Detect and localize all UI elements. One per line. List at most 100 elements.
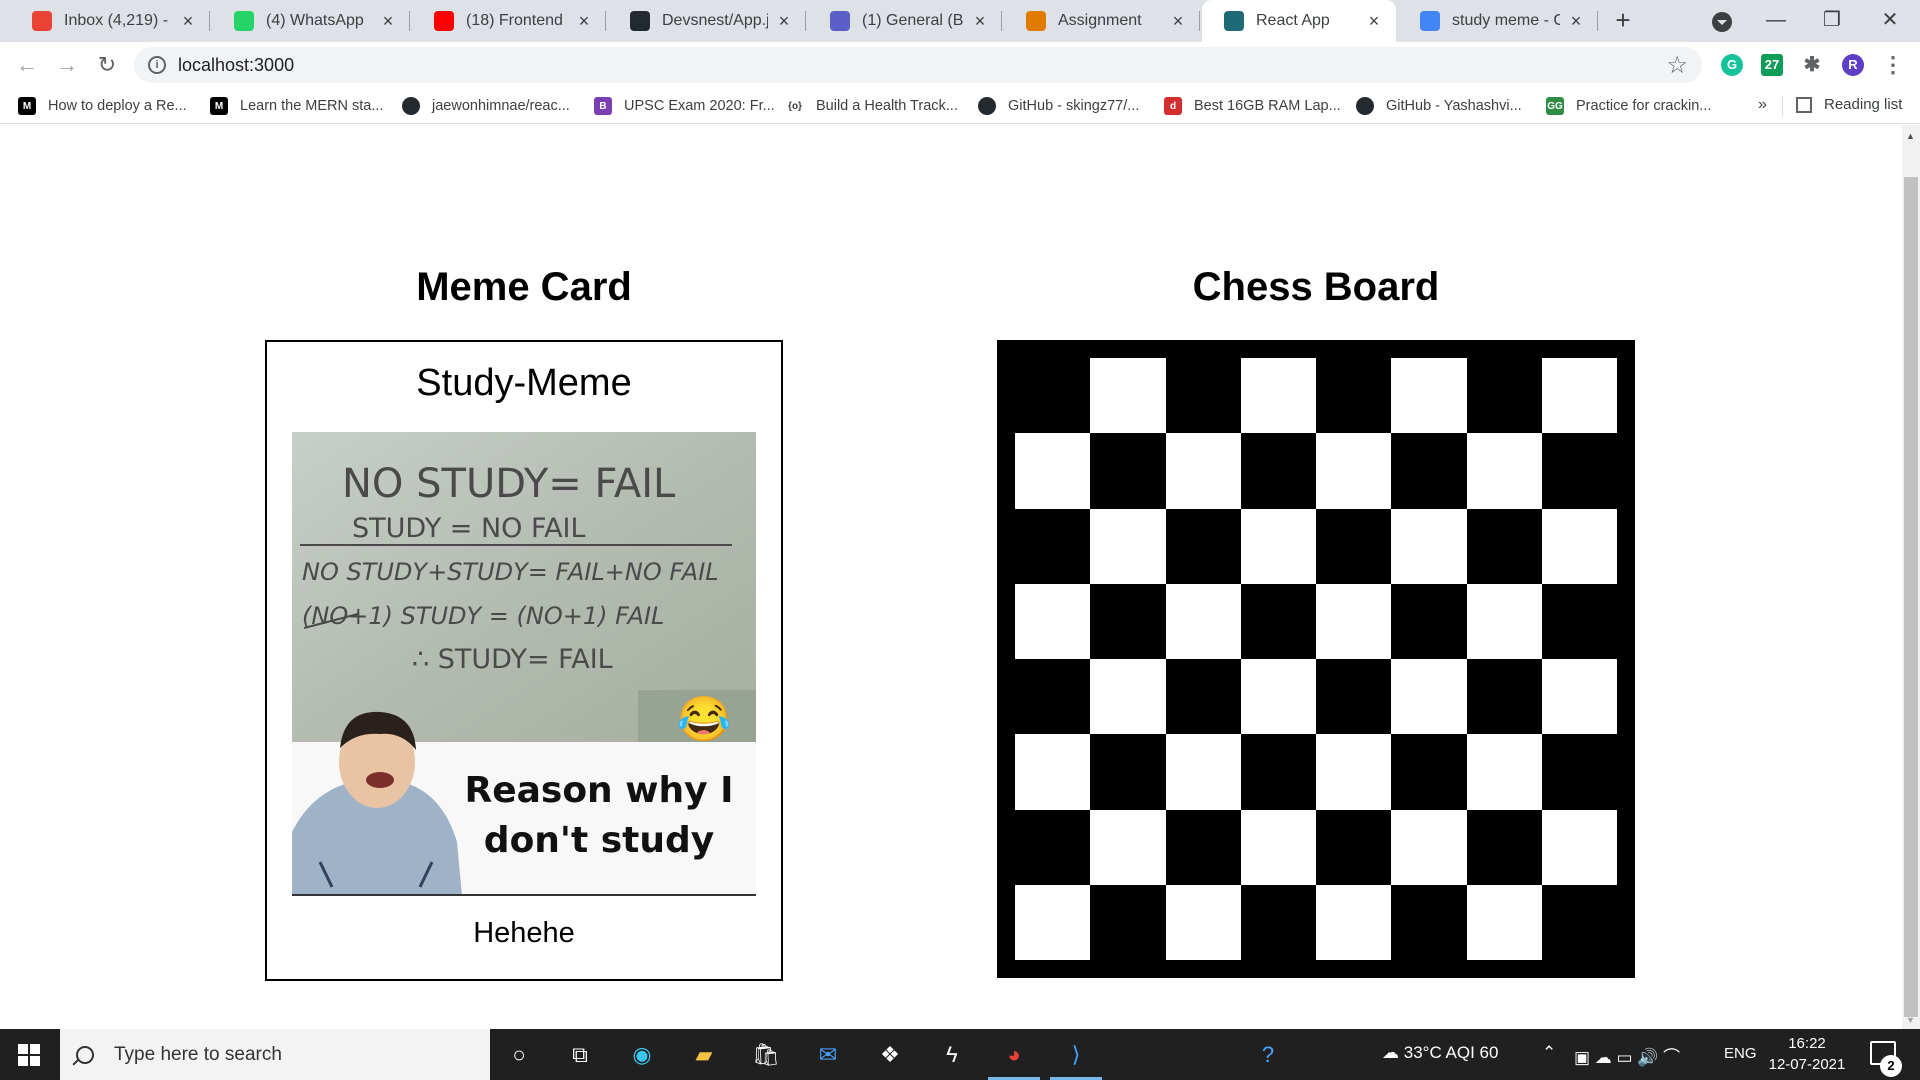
- help-icon[interactable]: ?: [1252, 1039, 1284, 1071]
- url-text[interactable]: localhost:3000: [178, 55, 294, 76]
- profile-avatar[interactable]: R: [1842, 54, 1864, 76]
- lightning-app-icon[interactable]: ϟ: [936, 1039, 968, 1071]
- dark-square: [1165, 508, 1241, 584]
- vscode-taskbar-icon[interactable]: ⟩: [1050, 1039, 1102, 1080]
- reload-button[interactable]: ↻: [92, 50, 122, 80]
- tab-close-icon[interactable]: ×: [774, 11, 794, 32]
- dark-square: [1165, 659, 1241, 735]
- scroll-up-arrow-icon[interactable]: ▲: [1906, 131, 1915, 141]
- calendar-extension-icon[interactable]: 27: [1761, 54, 1783, 76]
- browser-tab[interactable]: React App ×: [1202, 0, 1396, 42]
- light-square: [1015, 433, 1091, 509]
- dropbox-icon[interactable]: ❖: [874, 1039, 906, 1071]
- bookmark-item[interactable]: GitHub - skingz77/...: [978, 96, 1139, 116]
- clock-time: 16:22: [1788, 1035, 1826, 1052]
- cortana-icon[interactable]: ○: [503, 1039, 535, 1071]
- extensions-puzzle-icon[interactable]: ✱: [1801, 54, 1823, 76]
- tab-close-icon[interactable]: ×: [970, 11, 990, 32]
- edge-icon[interactable]: ◉: [626, 1039, 658, 1071]
- dark-square: [1316, 358, 1392, 434]
- browser-menu-icon[interactable]: ⋮: [1882, 54, 1904, 76]
- meme-card: Study-Meme NO STUDY= FAIL STUDY = NO FAI…: [265, 340, 783, 981]
- bookmark-item[interactable]: M Learn the MERN sta...: [210, 96, 383, 116]
- windows-taskbar: Type here to search ○ ⧉ ◉ ▰ 🛍 ✉ ❖ ϟ ◕ ⟩ …: [0, 1029, 1920, 1080]
- bookmark-item[interactable]: B UPSC Exam 2020: Fr...: [594, 96, 775, 116]
- chess-board-heading: Chess Board: [1192, 265, 1440, 309]
- dark-square: [1090, 583, 1166, 659]
- gmail-icon: [32, 11, 52, 31]
- scrollbar-thumb[interactable]: [1904, 177, 1918, 1017]
- tab-close-icon[interactable]: ×: [1364, 11, 1384, 32]
- minimize-button[interactable]: —: [1748, 0, 1804, 40]
- tab-close-icon[interactable]: ×: [378, 11, 398, 32]
- weather-widget[interactable]: ☁ 33°C AQI 60: [1382, 1043, 1498, 1063]
- light-square: [1165, 884, 1241, 960]
- browser-tab[interactable]: (1) General (B.Tec ×: [808, 0, 1002, 42]
- page-scrollbar[interactable]: ▲ ▼: [1902, 125, 1920, 1029]
- tab-close-icon[interactable]: ×: [1168, 11, 1188, 32]
- bookmark-item[interactable]: {o} Build a Health Track...: [786, 96, 958, 116]
- light-square: [1015, 583, 1091, 659]
- close-window-button[interactable]: ✕: [1862, 0, 1918, 40]
- tab-close-icon[interactable]: ×: [574, 11, 594, 32]
- dark-square: [1316, 508, 1392, 584]
- dark-square: [1391, 583, 1467, 659]
- tab-search-icon[interactable]: [1712, 12, 1732, 32]
- scroll-down-arrow-icon[interactable]: ▼: [1906, 1015, 1915, 1025]
- windows-start-icon[interactable]: [18, 1044, 40, 1066]
- store-icon[interactable]: 🛍: [750, 1039, 782, 1071]
- light-square: [1316, 433, 1392, 509]
- language-indicator[interactable]: ENG: [1724, 1045, 1757, 1062]
- bookmarks-divider: [1782, 96, 1783, 116]
- light-square: [1316, 884, 1392, 960]
- youtube-icon: [434, 11, 454, 31]
- taskbar-clock[interactable]: 16:22 12-07-2021: [1764, 1033, 1850, 1075]
- tab-title: Devsnest/App.js a: [662, 12, 768, 29]
- tab-close-icon[interactable]: ×: [178, 11, 198, 32]
- search-icon: [76, 1045, 94, 1064]
- chrome-taskbar-icon[interactable]: ◕: [988, 1039, 1040, 1080]
- bookmark-label: GitHub - Yashashvi...: [1386, 98, 1522, 114]
- browser-tab[interactable]: study meme - Go ×: [1398, 0, 1598, 42]
- dark-square: [1240, 734, 1316, 810]
- browser-tab[interactable]: Inbox (4,219) - rac ×: [10, 0, 210, 42]
- new-tab-button[interactable]: +: [1608, 6, 1638, 36]
- browser-tab[interactable]: (18) Frontend Day ×: [412, 0, 606, 42]
- light-square: [1090, 659, 1166, 735]
- tab-close-icon[interactable]: ×: [1566, 11, 1586, 32]
- dark-square: [1090, 433, 1166, 509]
- light-square: [1015, 734, 1091, 810]
- browser-tab[interactable]: (4) WhatsApp ×: [212, 0, 410, 42]
- bookmark-item[interactable]: d Best 16GB RAM Lap...: [1164, 96, 1341, 116]
- dark-square: [1015, 809, 1091, 885]
- mail-icon[interactable]: ✉: [812, 1039, 844, 1071]
- browser-tab[interactable]: Assignment ×: [1004, 0, 1200, 42]
- address-bar[interactable]: i localhost:3000 ☆: [134, 47, 1702, 83]
- browser-tab[interactable]: Devsnest/App.js a ×: [608, 0, 806, 42]
- task-view-icon[interactable]: ⧉: [564, 1039, 596, 1071]
- file-explorer-icon[interactable]: ▰: [688, 1039, 720, 1071]
- bookmark-item[interactable]: GitHub - Yashashvi...: [1356, 96, 1522, 116]
- bookmark-item[interactable]: jaewonhimnae/reac...: [402, 96, 570, 116]
- light-square: [1391, 809, 1467, 885]
- meme-line-5: ∴ STUDY= FAIL: [412, 644, 613, 675]
- forward-button[interactable]: →: [52, 50, 82, 80]
- bookmark-star-icon[interactable]: ☆: [1666, 51, 1688, 80]
- restore-button[interactable]: ❐: [1804, 0, 1860, 40]
- page-content: Meme Card Chess Board Study-Meme NO STUD…: [0, 125, 1902, 1029]
- light-square: [1541, 659, 1617, 735]
- grammarly-extension-icon[interactable]: G: [1721, 54, 1743, 76]
- light-square: [1090, 508, 1166, 584]
- taskbar-search-box[interactable]: Type here to search: [60, 1029, 490, 1080]
- whatsapp-icon: [234, 11, 254, 31]
- reading-list-button[interactable]: Reading list: [1796, 96, 1902, 113]
- back-button[interactable]: ←: [12, 50, 42, 80]
- site-info-icon[interactable]: i: [148, 56, 166, 74]
- tray-icons[interactable]: ▣ ☁ ▭ 🔊 ⌒: [1574, 1043, 1680, 1068]
- bookmark-b-icon: B: [594, 97, 612, 115]
- bookmark-item[interactable]: M How to deploy a Re...: [18, 96, 187, 116]
- bookmark-item[interactable]: GG Practice for crackin...: [1546, 96, 1711, 116]
- tray-overflow-chevron-icon[interactable]: ⌃: [1542, 1043, 1556, 1063]
- bookmarks-overflow-chevron-icon[interactable]: »: [1758, 96, 1767, 114]
- dark-square: [1541, 884, 1617, 960]
